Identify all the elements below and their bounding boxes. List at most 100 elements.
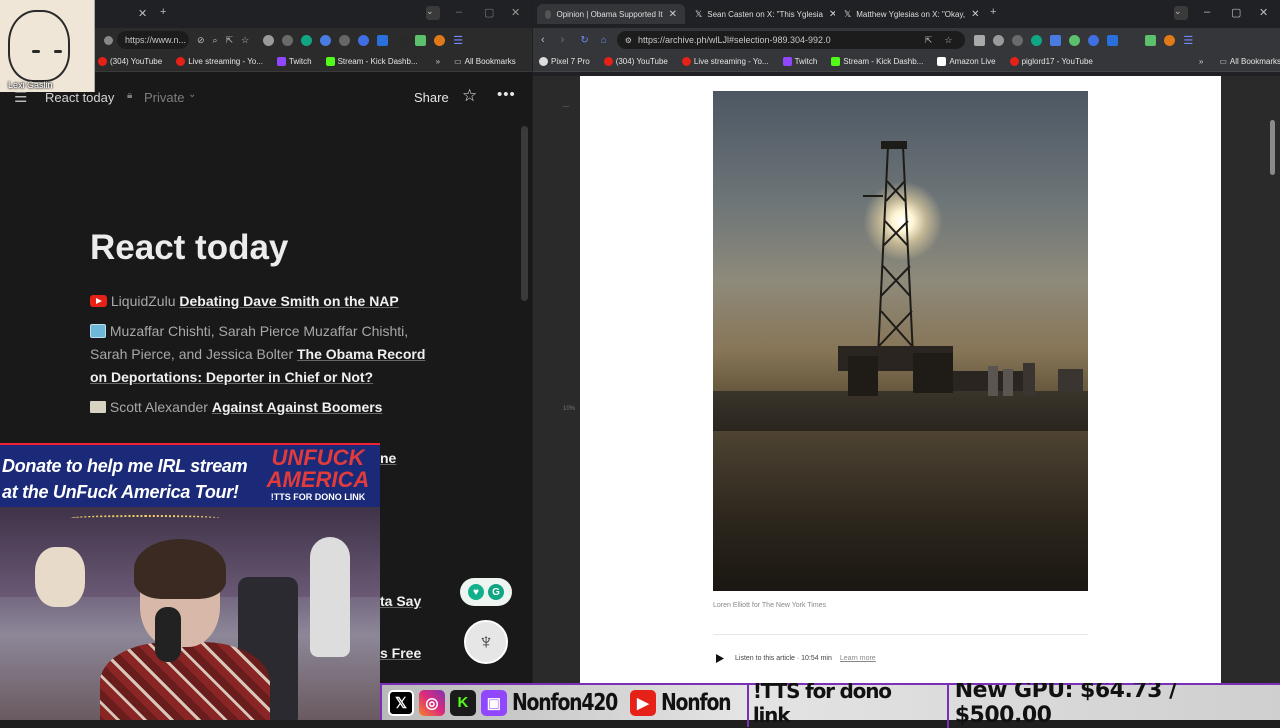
bookmark-twitch[interactable]: Twitch (782, 57, 817, 66)
new-tab-icon[interactable]: + (160, 6, 166, 18)
twitch-icon: ▣ (480, 689, 507, 716)
bookmark-pixel[interactable]: Pixel 7 Pro (539, 57, 590, 66)
bookmark-live-streaming[interactable]: Live streaming - Yo... (176, 57, 263, 66)
minimize-icon[interactable]: – (456, 6, 462, 18)
bookmark-kick[interactable]: Stream - Kick Dashb... (831, 57, 923, 66)
reload-icon[interactable]: ↻ (580, 35, 588, 46)
more-bookmarks-icon[interactable]: » (436, 57, 440, 66)
extension-blue-icon[interactable] (1088, 34, 1100, 46)
spacer-icon (1126, 34, 1138, 46)
more-options-icon[interactable]: ••• (497, 86, 516, 103)
pen-extension-icon[interactable] (1069, 34, 1081, 46)
puzzle-extension-icon[interactable] (377, 34, 389, 46)
tab-matthew-yglesias[interactable]: 𝕏 Matthew Yglesias on X: "Okay, ✕ (836, 4, 984, 24)
play-icon[interactable] (713, 651, 727, 665)
entry-link-partial[interactable]: s Free (380, 645, 421, 661)
left-scrollbar[interactable] (521, 126, 528, 301)
grammarly-icon: G (488, 584, 504, 600)
eye-mark (54, 50, 62, 53)
back-icon[interactable]: ‹ (541, 34, 545, 46)
puzzle-extension-icon[interactable] (1107, 34, 1119, 46)
youtube-icon: ▶ (629, 689, 656, 716)
docs-extension-icon[interactable] (320, 34, 332, 46)
share-button[interactable]: Share (414, 90, 449, 105)
image-icon (90, 324, 106, 338)
list-item: LiquidZulu Debating Dave Smith on the NA… (90, 290, 430, 313)
bookmark-star-icon[interactable]: ☆ (944, 35, 952, 46)
streamer-hair (134, 539, 226, 599)
close-window-icon[interactable]: ✕ (511, 6, 520, 19)
article-photo (713, 91, 1088, 591)
grammarly-extension-icon[interactable] (301, 34, 313, 46)
spacer-icon (396, 34, 408, 46)
bookmark-amazon-live[interactable]: Amazon Live (937, 57, 996, 66)
extension-bars-icon[interactable] (1012, 34, 1024, 46)
menu-lines-icon[interactable]: ☰ (1183, 34, 1193, 47)
bookmark-piglord[interactable]: piglord17 - YouTube (1009, 57, 1093, 66)
favorite-star-icon[interactable]: ☆ (462, 86, 477, 106)
camera-off-icon[interactable]: ⊘ (197, 35, 205, 46)
menu-lines-icon[interactable]: ☰ (453, 34, 463, 47)
entry-link[interactable]: Debating Dave Smith on the NAP (179, 293, 398, 309)
zoom-icon[interactable]: ⌕ (213, 35, 218, 46)
tab-search-icon[interactable]: ⌄ (1174, 6, 1188, 20)
bookmark-youtube[interactable]: (304) YouTube (603, 57, 668, 66)
youtube-icon (1009, 57, 1019, 66)
tab-search-icon[interactable]: ⌄ (426, 6, 440, 20)
right-scrollbar[interactable] (1270, 120, 1275, 175)
profile-avatar-icon[interactable] (1164, 34, 1176, 46)
entry-link[interactable]: Against Against Boomers (212, 399, 383, 415)
privacy-label[interactable]: Private (144, 90, 184, 105)
donate-line-1: Donate to help me IRL stream (2, 456, 248, 476)
maximize-icon[interactable]: ▢ (484, 6, 494, 19)
extension-bars-icon[interactable] (282, 34, 294, 46)
x-icon: 𝕏 (844, 8, 852, 19)
site-info-icon[interactable] (104, 35, 113, 45)
home-icon[interactable]: ⌂ (601, 35, 607, 46)
entry-link-partial[interactable]: ne (380, 450, 396, 466)
chevron-down-icon[interactable]: ⌄ (188, 89, 196, 100)
bookmark-twitch[interactable]: Twitch (276, 57, 312, 66)
bookmark-star-icon[interactable]: ☆ (241, 35, 249, 46)
grammarly-widget[interactable]: ♥ G (460, 578, 512, 606)
all-bookmarks-folder[interactable]: ▭ All Bookmarks (454, 57, 516, 66)
extension-trash-icon[interactable] (974, 34, 986, 46)
bookmark-kick[interactable]: Stream - Kick Dashb... (325, 57, 418, 66)
docs-extension-icon[interactable] (1050, 34, 1062, 46)
close-window-icon[interactable]: ✕ (1259, 6, 1268, 19)
left-url-field[interactable]: https://www.n... (117, 31, 189, 49)
close-tab-icon[interactable]: ✕ (823, 9, 835, 20)
drawn-face (8, 10, 70, 82)
bookmark-live-streaming[interactable]: Live streaming - Yo... (681, 57, 769, 66)
minimize-icon[interactable]: – (1204, 6, 1210, 18)
close-tab-icon[interactable]: ✕ (965, 9, 979, 20)
breadcrumb[interactable]: React today (45, 90, 114, 105)
share-page-icon[interactable]: ⇱ (925, 35, 933, 46)
tab-sean-casten[interactable]: 𝕏 Sean Casten on X: "This Yglesia ✕ (687, 4, 835, 24)
forward-icon[interactable]: › (561, 34, 565, 46)
extension-off-icon[interactable] (339, 34, 351, 46)
extension-globe-icon[interactable] (263, 34, 275, 46)
mascot-icon[interactable]: ♆ (464, 620, 508, 664)
learn-more-link[interactable]: Learn more (840, 655, 876, 662)
more-bookmarks-icon[interactable]: » (1199, 57, 1203, 66)
right-url-field[interactable]: ⚙ https://archive.ph/wlLJl#selection-989… (616, 31, 965, 49)
maximize-icon[interactable]: ▢ (1231, 6, 1241, 19)
extension-blue-icon[interactable] (358, 34, 370, 46)
youtube-icon (98, 57, 107, 66)
social-handle: Nonfon (660, 689, 732, 716)
flask-icon[interactable] (1145, 34, 1157, 46)
bookmark-youtube[interactable]: (304) YouTube (98, 57, 162, 66)
new-tab-icon[interactable]: + (990, 6, 996, 18)
tab-opinion[interactable]: Opinion | Obama Supported It ✕ (537, 4, 685, 24)
all-bookmarks-folder[interactable]: ▭ All Bookmarks (1219, 57, 1280, 66)
close-tab-icon[interactable]: ✕ (138, 7, 147, 20)
share-page-icon[interactable]: ⇱ (226, 35, 234, 46)
flask-icon[interactable] (415, 34, 427, 46)
close-tab-icon[interactable]: ✕ (663, 9, 677, 20)
profile-avatar-icon[interactable] (434, 34, 446, 46)
extension-globe-icon[interactable] (993, 34, 1005, 46)
entry-link-partial[interactable]: ta Say (380, 593, 421, 609)
listen-label: Listen to this article · 10:54 min (735, 654, 832, 662)
grammarly-extension-icon[interactable] (1031, 34, 1043, 46)
